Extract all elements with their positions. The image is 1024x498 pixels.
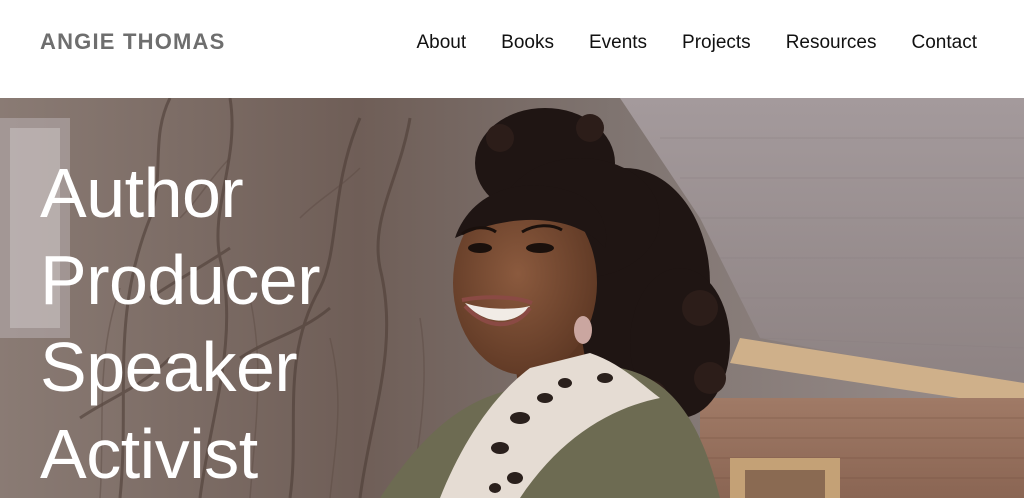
nav-books[interactable]: Books (501, 30, 554, 56)
hero-line-producer: Producer (40, 241, 321, 319)
nav-resources[interactable]: Resources (786, 30, 877, 56)
nav-contact[interactable]: Contact (912, 30, 977, 56)
site-logo[interactable]: ANGIE THOMAS (40, 29, 226, 55)
hero-line-activist: Activist (40, 415, 258, 493)
hero-line-author: Author (40, 154, 244, 232)
hero-line-speaker: Speaker (40, 328, 298, 406)
hero-section: Author Producer Speaker Activist (0, 98, 1024, 498)
nav-about[interactable]: About (416, 30, 466, 56)
nav-events[interactable]: Events (589, 30, 647, 56)
nav-projects[interactable]: Projects (682, 30, 751, 56)
hero-tagline: Author Producer Speaker Activist (40, 150, 321, 498)
site-header: ANGIE THOMAS About Books Events Projects… (0, 0, 1024, 98)
main-nav: About Books Events Projects Resources Co… (416, 30, 977, 56)
